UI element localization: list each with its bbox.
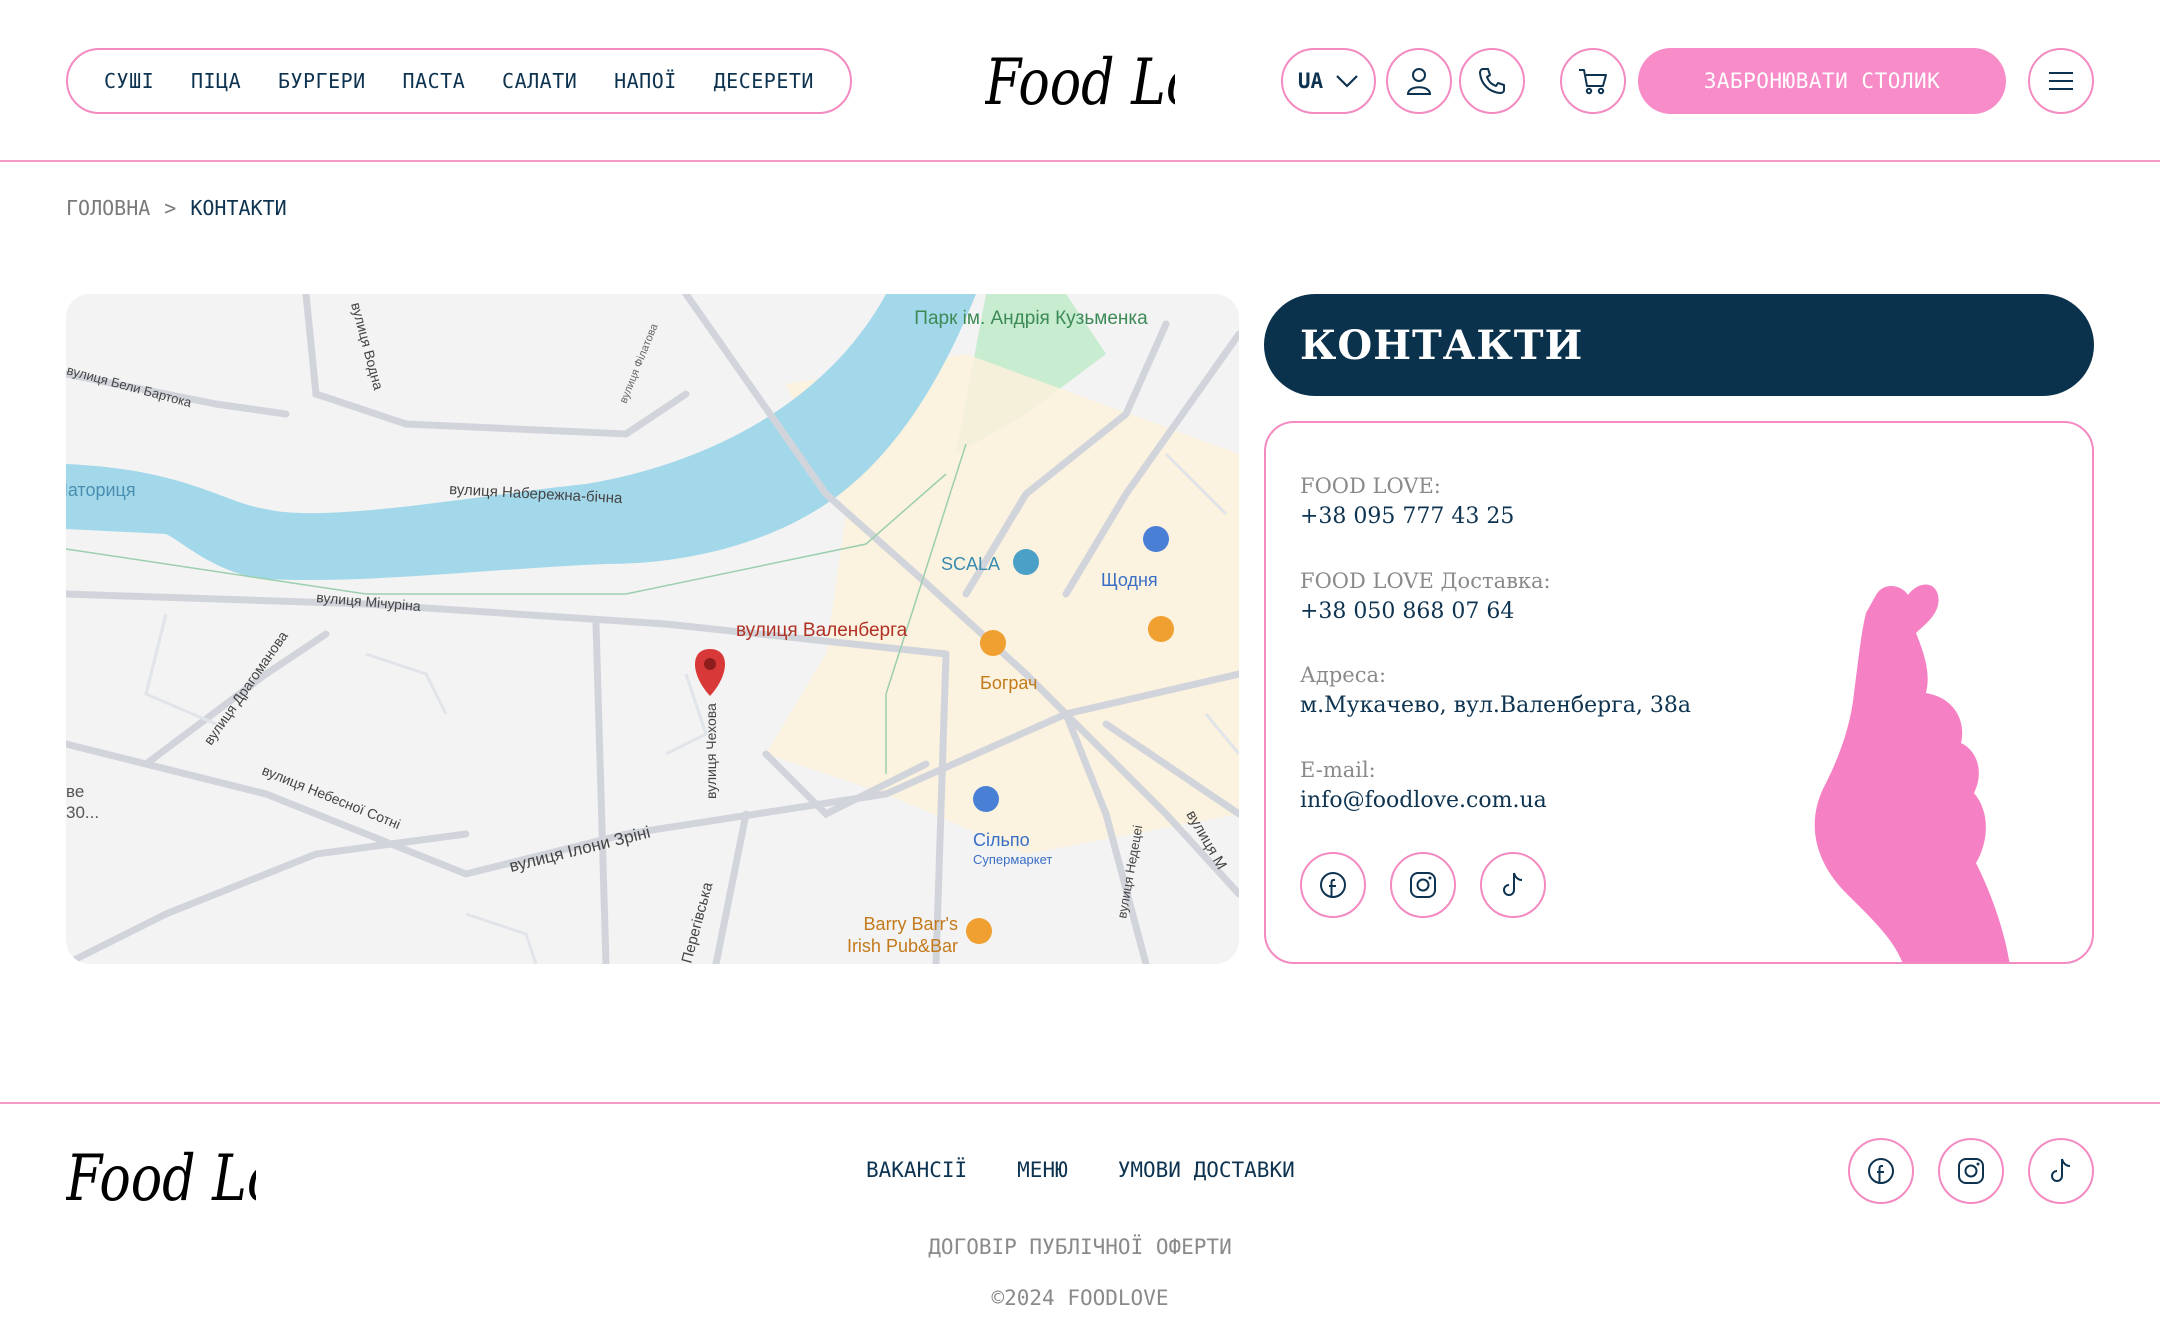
contact-value[interactable]: +38 050 868 07 64 [1300, 596, 1551, 628]
map-label-park: Парк ім. Андрія Кузьменка [914, 308, 1148, 329]
contact-label: FOOD LOVE Доставка: [1300, 569, 1551, 593]
facebook-button[interactable] [1300, 852, 1366, 918]
menu-button[interactable] [2028, 48, 2094, 114]
nav-item-desserts[interactable]: ДЕСЕРЕТИ [714, 69, 814, 93]
cinema-icon[interactable] [1013, 549, 1039, 575]
chevron-down-icon [1336, 75, 1358, 88]
map-label-chekhova: вулиця Чехова [703, 703, 719, 799]
map-label-left-cut1: ве [66, 782, 84, 801]
map-label-silpo: Сільпо [973, 830, 1030, 850]
footer-tiktok-button[interactable] [2028, 1138, 2094, 1204]
nav-item-sushi[interactable]: СУШІ [104, 69, 154, 93]
footer-logo-graphic: Food Love [65, 1141, 338, 1215]
logo-graphic: Food Love [984, 45, 1257, 119]
tiktok-button[interactable] [1480, 852, 1546, 918]
breadcrumb: ГОЛОВНА > КОНТАКТИ [66, 196, 287, 220]
instagram-button[interactable] [1390, 852, 1456, 918]
footer-link-menu[interactable]: МЕНЮ [1017, 1158, 1068, 1182]
cart-button[interactable] [1560, 48, 1626, 114]
contacts-title: КОНТАКТИ [1264, 294, 2094, 396]
user-icon [1406, 68, 1432, 95]
facebook-icon [1320, 872, 1346, 898]
call-button[interactable] [1459, 48, 1525, 114]
instagram-icon [1958, 1158, 1984, 1184]
map-pin-label: вулиця Валенберга [736, 620, 908, 641]
map-label-river: Латориця [66, 480, 136, 500]
contact-value: м.Мукачево, вул.Валенберга, 38а [1300, 693, 1691, 718]
footer-link-delivery[interactable]: УМОВИ ДОСТАВКИ [1118, 1158, 1295, 1182]
map-label-left-cut2: 30... [66, 803, 99, 822]
map-label-shchodnia: Щодня [1101, 570, 1158, 590]
public-offer-link[interactable]: ДОГОВІР ПУБЛІЧНОЇ ОФЕРТИ [0, 1235, 2160, 1259]
footer-nav: ВАКАНСІЇ МЕНЮ УМОВИ ДОСТАВКИ [866, 1158, 1295, 1182]
footer-socials [1848, 1138, 2094, 1204]
shopping-icon[interactable] [1143, 526, 1169, 552]
account-button[interactable] [1386, 48, 1452, 114]
copyright: ©2024 FOODLOVE [991, 1286, 1169, 1310]
language-label: UA [1297, 69, 1324, 93]
phone-icon [1479, 68, 1505, 94]
tiktok-icon [2051, 1158, 2071, 1182]
nav-item-pizza[interactable]: ПІЦА [191, 69, 241, 93]
logo-text: Food Love [985, 45, 1175, 119]
contact-email: E-mail: info@foodlove.com.ua [1300, 755, 1547, 817]
book-table-button[interactable]: ЗАБРОНЮВАТИ СТОЛИК [1638, 48, 2006, 114]
facebook-icon [1868, 1158, 1894, 1184]
map[interactable]: Парк ім. Андрія Кузьменка вулиця Набереж… [66, 294, 1239, 964]
contacts-card: FOOD LOVE: +38 095 777 43 25 FOOD LOVE Д… [1264, 421, 2094, 964]
footer-facebook-button[interactable] [1848, 1138, 1914, 1204]
footer-logo[interactable]: Food Love [65, 1136, 338, 1216]
contact-main-phone: FOOD LOVE: +38 095 777 43 25 [1300, 471, 1514, 533]
contact-value[interactable]: info@foodlove.com.ua [1300, 785, 1547, 817]
nav-item-salads[interactable]: САЛАТИ [502, 69, 577, 93]
contact-label: Адреса: [1300, 663, 1387, 687]
supermarket-icon[interactable] [973, 786, 999, 812]
contacts-socials [1300, 852, 1546, 918]
nav-item-burgers[interactable]: БУРГЕРИ [278, 69, 366, 93]
footer-logo-text: Food Love [66, 1141, 256, 1215]
map-canvas[interactable]: Парк ім. Андрія Кузьменка вулиця Набереж… [66, 294, 1239, 964]
bar-icon[interactable] [966, 918, 992, 944]
map-label-silpo-sub: Супермаркет [973, 852, 1052, 867]
breadcrumb-separator: > [164, 196, 177, 220]
heart-hand-illustration [1814, 584, 2010, 962]
nav-item-drinks[interactable]: НАПОЇ [614, 69, 677, 93]
tiktok-icon [1503, 872, 1523, 896]
nav-item-pasta[interactable]: ПАСТА [403, 69, 466, 93]
contact-delivery-phone: FOOD LOVE Доставка: +38 050 868 07 64 [1300, 566, 1551, 628]
site-header: СУШІ ПІЦА БУРГЕРИ ПАСТА САЛАТИ НАПОЇ ДЕС… [0, 0, 2160, 162]
footer-link-vacancies[interactable]: ВАКАНСІЇ [866, 1158, 967, 1182]
restaurant-icon[interactable] [980, 630, 1006, 656]
breadcrumb-current: КОНТАКТИ [190, 196, 287, 220]
instagram-icon [1410, 872, 1436, 898]
category-nav: СУШІ ПІЦА БУРГЕРИ ПАСТА САЛАТИ НАПОЇ ДЕС… [66, 48, 852, 114]
map-label-scala: SCALA [941, 554, 1000, 574]
contact-address: Адреса: м.Мукачево, вул.Валенберга, 38а [1300, 660, 1691, 722]
cart-icon [1579, 69, 1607, 95]
map-label-barry: Barry Barr's [864, 914, 958, 934]
footer-instagram-button[interactable] [1938, 1138, 2004, 1204]
contact-value[interactable]: +38 095 777 43 25 [1300, 501, 1514, 533]
map-label-barry2: Irish Pub&Bar [847, 936, 958, 956]
breadcrumb-home[interactable]: ГОЛОВНА [66, 196, 150, 220]
logo[interactable]: Food Love [984, 40, 1257, 120]
menu-icon [2049, 72, 2073, 90]
map-label-bograch: Бограч [980, 673, 1037, 693]
language-selector[interactable]: UA [1281, 48, 1376, 114]
contact-label: FOOD LOVE: [1300, 474, 1441, 498]
contact-label: E-mail: [1300, 758, 1376, 782]
cafe-icon[interactable] [1148, 616, 1174, 642]
